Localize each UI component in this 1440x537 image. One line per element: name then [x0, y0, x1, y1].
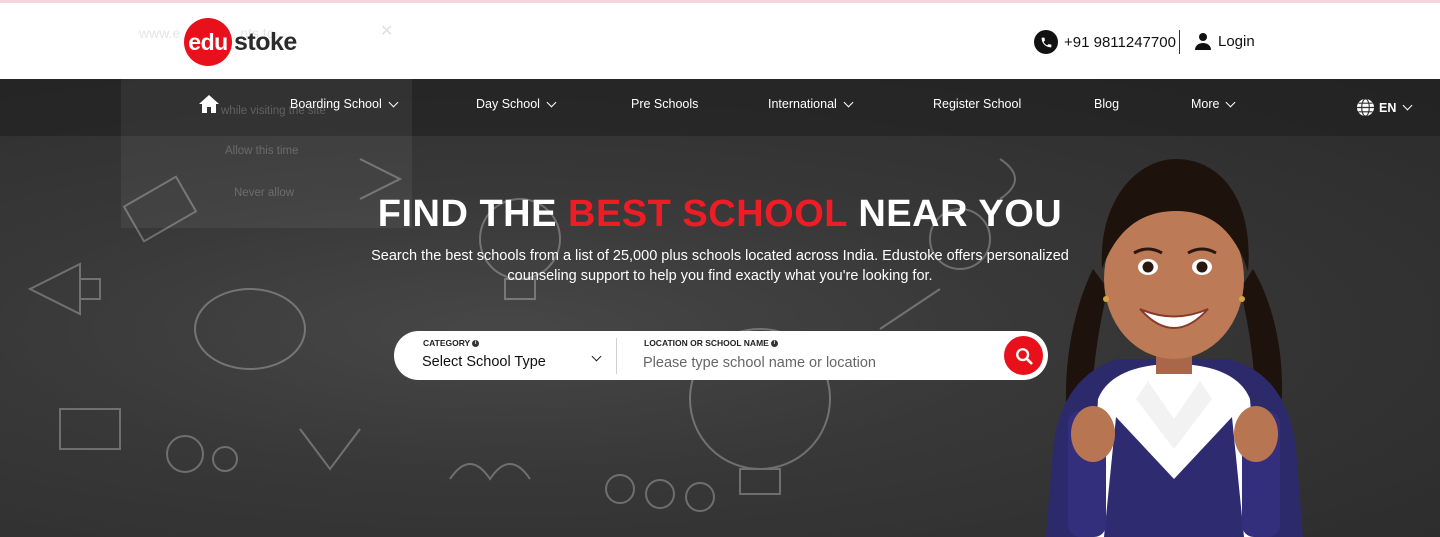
hero-title-highlight: BEST SCHOOL [568, 193, 848, 235]
chevron-down-icon [1402, 100, 1413, 111]
login-button[interactable]: Login [1195, 32, 1255, 50]
chevron-down-icon [843, 97, 854, 107]
nav-register-school[interactable]: Register School [933, 97, 1021, 111]
search-divider [616, 338, 617, 374]
language-code: EN [1379, 100, 1397, 115]
nav-more[interactable]: More [1191, 97, 1236, 111]
phone-contact[interactable]: +91 9811247700 [1034, 30, 1176, 54]
ghost-close-icon: ✕ [380, 23, 394, 40]
chevron-down-icon [1226, 97, 1236, 107]
phone-number: +91 9811247700 [1064, 33, 1176, 51]
location-search-input[interactable] [643, 352, 983, 374]
nav-international[interactable]: International [768, 97, 854, 111]
nav-blog[interactable]: Blog [1094, 97, 1119, 111]
logo-mark: edu [184, 18, 232, 66]
chevron-down-icon [546, 97, 557, 107]
globe-icon [1356, 98, 1375, 117]
edustoke-logo[interactable]: edu stoke [184, 18, 297, 66]
header-divider [1179, 30, 1180, 54]
logo-wordmark: stoke [234, 27, 297, 56]
info-icon: i [472, 339, 480, 347]
user-icon [1195, 33, 1211, 50]
language-selector[interactable]: EN [1356, 98, 1413, 117]
phone-icon [1034, 30, 1058, 54]
smiling-schoolgirl-image [1046, 159, 1303, 537]
hero-subtitle: Search the best schools from a list of 2… [371, 248, 1069, 284]
site-header: www.e nts to ✕ edu stoke +91 9811247700 L… [0, 3, 1440, 79]
login-label: Login [1218, 32, 1255, 50]
school-search-bar: CATEGORY i Select School Type LOCATION OR… [394, 331, 1048, 380]
category-label: CATEGORY i [423, 338, 480, 348]
hero-section: Boarding School Day School Pre Schools I… [0, 79, 1440, 537]
info-icon: i [770, 339, 778, 347]
chevron-down-icon[interactable] [591, 351, 602, 362]
nav-pre-schools[interactable]: Pre Schools [631, 97, 698, 111]
location-label: LOCATION OR SCHOOL NAME i [644, 338, 778, 348]
school-type-select[interactable]: Select School Type [422, 354, 546, 370]
nav-day-school[interactable]: Day School [476, 97, 557, 111]
